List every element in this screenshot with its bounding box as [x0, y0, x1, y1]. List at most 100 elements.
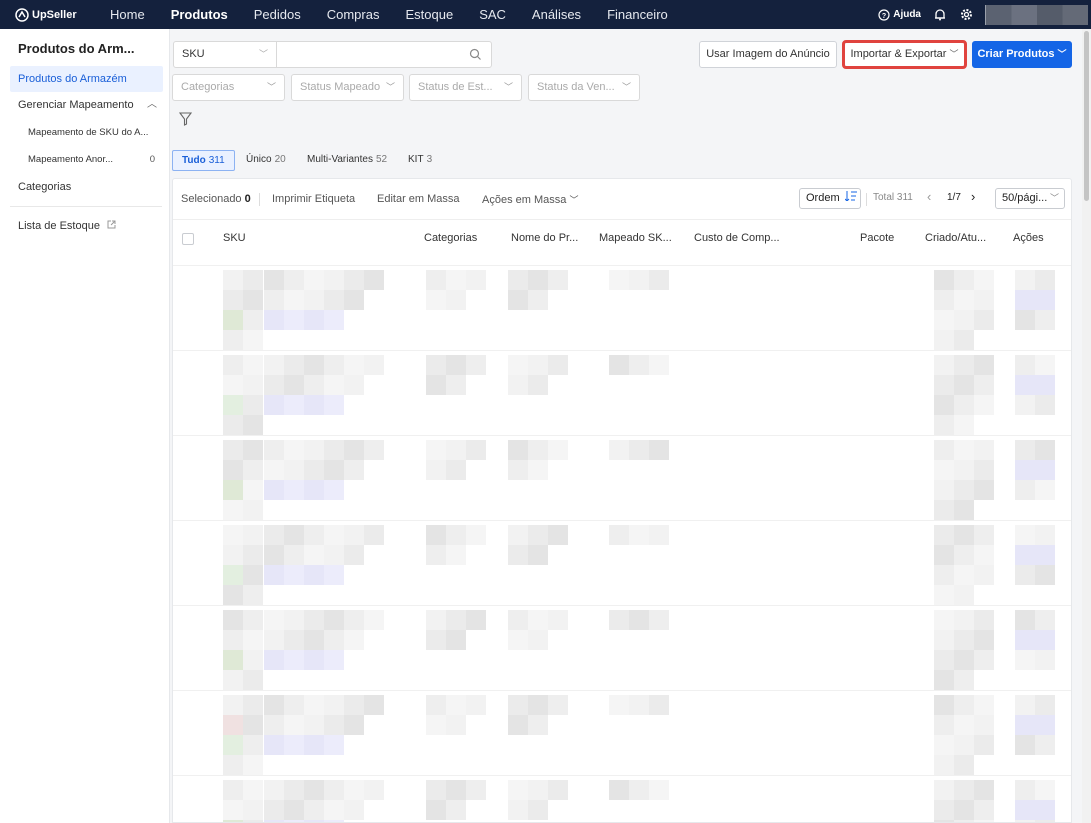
column-header-purchase-cost[interactable]: Custo de Comp... [694, 232, 780, 244]
upseller-logo[interactable]: UpSeller [15, 7, 85, 22]
gear-icon[interactable] [959, 8, 973, 22]
nav-item-sac[interactable]: SAC [466, 0, 519, 29]
column-header-sku[interactable]: SKU [223, 232, 246, 244]
tab-kit[interactable]: KIT 3 [399, 150, 441, 171]
column-header-actions[interactable]: Ações [1013, 232, 1044, 244]
page-scrollbar[interactable] [1082, 29, 1091, 823]
table-row[interactable] [173, 690, 1071, 775]
blurred-cell [284, 460, 304, 480]
blurred-cell [508, 270, 528, 290]
sidebar-item-stock-list[interactable]: Lista de Estoque [10, 213, 163, 239]
blurred-cell [974, 375, 994, 395]
nav-item-produtos[interactable]: Produtos [158, 0, 241, 29]
blurred-cell [243, 415, 263, 435]
blurred-cell [264, 610, 284, 630]
per-page-select[interactable]: 50/pági... ﹀ [995, 188, 1065, 209]
sidebar-item-manage-mapping[interactable]: Gerenciar Mapeamento ︿ [10, 92, 163, 118]
sidebar-item-sku-mapping[interactable]: Mapeamento de SKU do A... [10, 120, 163, 146]
blurred-cell [324, 695, 344, 715]
table-row[interactable] [173, 265, 1071, 350]
search-icon[interactable] [469, 48, 482, 61]
blurred-cell [243, 755, 263, 775]
blurred-cell [934, 780, 954, 800]
nav-item-home[interactable]: Home [97, 0, 158, 29]
blurred-cell [223, 395, 243, 415]
user-account[interactable] [985, 4, 1088, 25]
tab-label: Tudo [182, 155, 206, 166]
blurred-cell [284, 440, 304, 460]
blurred-cell [446, 715, 466, 735]
column-header-categories[interactable]: Categorias [424, 232, 477, 244]
blurred-cell [954, 310, 974, 330]
create-products-button[interactable]: Criar Produtos ﹀ [972, 41, 1072, 68]
blurred-cell [324, 735, 344, 755]
blurred-cell [934, 630, 954, 650]
blurred-cell [426, 525, 446, 545]
blurred-cell [466, 610, 486, 630]
order-button[interactable]: Ordem [799, 188, 861, 209]
search-type-select[interactable]: SKU ﹀ [173, 41, 277, 68]
filter-icon[interactable] [179, 112, 192, 126]
column-header-mapped-sku[interactable]: Mapeado SK... [599, 232, 672, 244]
tab-single[interactable]: Único 20 [237, 150, 295, 171]
blurred-cell [629, 525, 649, 545]
table-row[interactable] [173, 775, 1071, 822]
blurred-cell [528, 290, 548, 310]
column-header-package[interactable]: Pacote [860, 232, 894, 244]
tab-multi-variants[interactable]: Multi-Variantes 52 [298, 150, 396, 171]
stock-status-filter[interactable]: Status de Est... ﹀ [409, 74, 522, 101]
scrollbar-thumb[interactable] [1084, 31, 1089, 201]
nav-item-financeiro[interactable]: Financeiro [594, 0, 681, 29]
blurred-cell [954, 695, 974, 715]
column-header-product-name[interactable]: Nome do Pr... [511, 232, 578, 244]
categories-filter[interactable]: Categorias ﹀ [172, 74, 285, 101]
bell-icon[interactable] [933, 8, 947, 22]
table-row[interactable] [173, 350, 1071, 435]
blurred-cell [284, 650, 304, 670]
nav-item-pedidos[interactable]: Pedidos [241, 0, 314, 29]
mapping-status-filter[interactable]: Status Mapeado ﹀ [291, 74, 404, 101]
blurred-cell [223, 310, 243, 330]
nav-item-estoque[interactable]: Estoque [392, 0, 466, 29]
prev-page-icon[interactable]: ‹ [927, 189, 931, 204]
tab-all[interactable]: Tudo 311 [172, 150, 235, 171]
bulk-edit-button[interactable]: Editar em Massa [377, 193, 460, 205]
blurred-cell [446, 610, 466, 630]
total-count: Total 311 [873, 192, 913, 203]
sidebar-item-warehouse-products[interactable]: Produtos do Armazém [10, 66, 163, 92]
blurred-cell [934, 355, 954, 375]
bulk-actions-button[interactable]: Ações em Massa ﹀ [482, 193, 578, 206]
blurred-cell [649, 780, 669, 800]
sidebar-item-categories[interactable]: Categorias [10, 174, 163, 200]
table-row[interactable] [173, 605, 1071, 690]
blurred-cell [974, 780, 994, 800]
sales-status-filter[interactable]: Status da Ven... ﹀ [528, 74, 640, 101]
select-all-checkbox[interactable] [182, 233, 194, 245]
column-header-created-updated[interactable]: Criado/Atu... [925, 232, 986, 244]
print-label-button[interactable]: Imprimir Etiqueta [272, 193, 355, 205]
blurred-cell [508, 375, 528, 395]
table-row[interactable] [173, 520, 1071, 605]
blurred-cell [954, 415, 974, 435]
nav-item-analises[interactable]: Análises [519, 0, 594, 29]
blurred-cell [508, 290, 528, 310]
nav-item-compras[interactable]: Compras [314, 0, 393, 29]
sidebar-item-anomaly-mapping[interactable]: Mapeamento Anor... 0 [10, 147, 163, 173]
blurred-cell [223, 415, 243, 435]
blurred-cell [1035, 375, 1055, 395]
top-nav: UpSeller Home Produtos Pedidos Compras Estoq… [0, 0, 1091, 29]
blurred-cell [324, 650, 344, 670]
blurred-cell [264, 735, 284, 755]
next-page-icon[interactable]: › [971, 189, 975, 204]
help-link[interactable]: ? Ajuda [878, 8, 921, 21]
blurred-cell [284, 800, 304, 820]
blurred-cell [446, 375, 466, 395]
use-listing-image-button[interactable]: Usar Imagem do Anúncio [699, 41, 837, 68]
blurred-cell [508, 715, 528, 735]
blurred-cell [548, 525, 568, 545]
blurred-cell [649, 695, 669, 715]
blurred-cell [243, 565, 263, 585]
table-row[interactable] [173, 435, 1071, 520]
search-input[interactable] [276, 41, 492, 68]
blurred-cell [1035, 650, 1055, 670]
